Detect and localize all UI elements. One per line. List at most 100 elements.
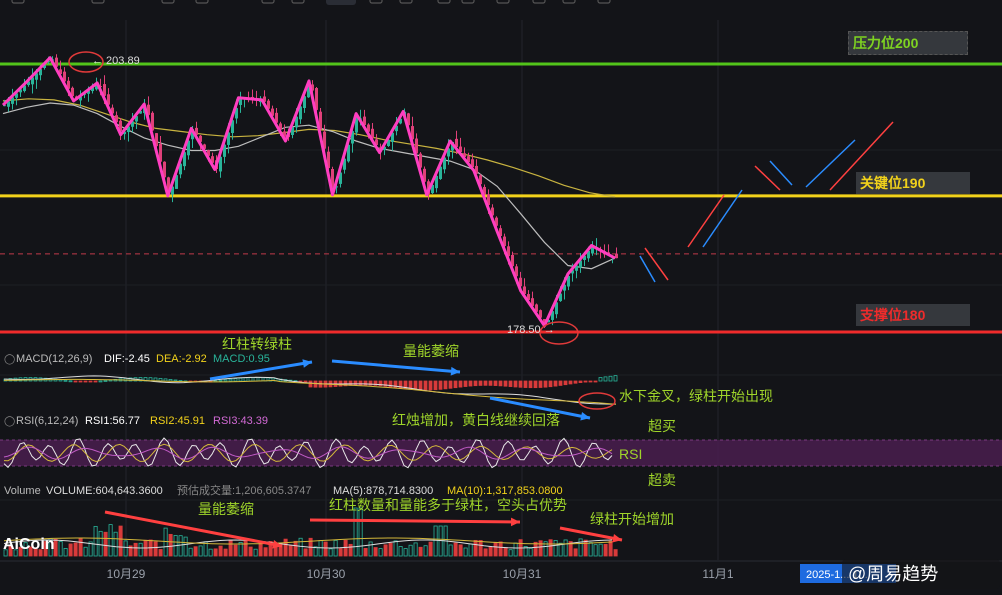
macd-histogram-bar: [303, 380, 308, 383]
arrow-volume-mid: [309, 518, 521, 524]
macd-histogram-bar: [228, 378, 233, 382]
annotation-oversold: 超卖: [648, 472, 676, 488]
macd-histogram-bar: [598, 377, 603, 382]
draw-icon[interactable]: [496, 0, 510, 4]
annotation-overbought: 超买: [648, 418, 676, 434]
projection-arrow: [754, 165, 781, 191]
volume-bar: [223, 548, 228, 557]
high-price-label: ← 203.89: [92, 55, 140, 67]
rsi2-value: RSI2:45.91: [150, 415, 205, 427]
macd-macd-value: MACD:0.95: [213, 353, 270, 365]
volume-bar: [228, 539, 233, 557]
fullscreen-icon[interactable]: [399, 0, 413, 4]
projection-arrow: [644, 247, 669, 281]
volume-bar: [598, 543, 603, 557]
macd-histogram-bar: [68, 380, 73, 383]
macd-histogram-bar: [428, 380, 433, 391]
arrow-macd-right: [331, 359, 461, 374]
rsi-eye-icon: ◯: [4, 416, 15, 427]
volume-bar: [153, 541, 158, 557]
layout-icon[interactable]: [261, 0, 275, 4]
draw-icon[interactable]: [161, 0, 175, 4]
macd-histogram-bar: [493, 380, 498, 386]
volume-bar: [63, 548, 68, 557]
volume-forecast: 预估成交量:1,206,605.3747: [177, 483, 312, 497]
volume-bar: [408, 544, 413, 557]
macd-histogram-bar: [353, 380, 358, 386]
macd-histogram-bar: [453, 380, 458, 389]
volume-bar: [303, 548, 308, 557]
compare-icon[interactable]: [291, 0, 305, 4]
macd-histogram-bar: [578, 380, 583, 383]
volume-bar: [118, 525, 123, 557]
volume-bar: [103, 531, 108, 557]
settings-icon[interactable]: [195, 0, 209, 4]
volume-bar: [388, 542, 393, 557]
ma-white-line: [2, 102, 616, 270]
key-level-label: 关键位190: [856, 172, 970, 194]
volume-bar: [393, 540, 398, 557]
macd-histogram-bar: [473, 380, 478, 387]
snapshot-icon[interactable]: [369, 0, 383, 4]
macd-dif-value: DIF:-2.45: [104, 353, 150, 365]
macd-histogram-bar: [238, 377, 243, 382]
arrow-volume-left: [104, 510, 283, 548]
macd-histogram-bar: [568, 380, 573, 385]
macd-histogram-bar: [463, 380, 468, 387]
indicator-icon[interactable]: [91, 0, 105, 4]
volume-bar: [563, 539, 568, 557]
volume-bar: [58, 541, 63, 557]
arrow-macd-right-head: [450, 366, 460, 376]
volume-bar: [433, 525, 438, 557]
volume-bar: [478, 540, 483, 557]
volume-bar: [248, 546, 253, 557]
macd-histogram-bar: [448, 380, 453, 389]
main-price-panel[interactable]: ← 203.89 178.50 →: [0, 51, 1002, 345]
support-level-label: 支撑位180: [856, 304, 970, 326]
volume-bar: [293, 540, 298, 557]
volume-bar: [323, 541, 328, 557]
volume-bar: [263, 547, 268, 557]
projection-arrow: [805, 139, 856, 188]
volume-bar: [68, 543, 73, 557]
macd-histogram-bar: [533, 380, 538, 389]
volume-bar: [113, 531, 118, 557]
volume-bar: [603, 543, 608, 557]
volume-bar: [423, 545, 428, 557]
volume-bar: [463, 547, 468, 557]
chart-stage[interactable]: ← 203.89 178.50 → ◯ MACD(12,26,9) DIF:-2.45…: [0, 0, 1002, 595]
volume-bar: [218, 545, 223, 557]
x-tick-label: 10月30: [307, 567, 346, 581]
macd-histogram-bar: [253, 377, 258, 382]
macd-histogram-bar: [413, 380, 418, 391]
macd-histogram-bar: [103, 380, 108, 382]
macd-histogram-bar: [73, 380, 78, 383]
macd-histogram-bar: [98, 380, 103, 383]
layout-icon[interactable]: [562, 0, 576, 4]
indicator-icon[interactable]: [461, 0, 475, 4]
chart-type-icon[interactable]: [437, 0, 451, 4]
price-chart[interactable]: ← 203.89178.50 → ◯ MACD(12,26,9) DIF:-2.45…: [0, 0, 1002, 595]
macd-eye-icon: ◯: [4, 354, 15, 365]
macd-histogram-bar: [573, 380, 578, 384]
chart-type-icon[interactable]: [11, 0, 25, 4]
settings-icon[interactable]: [532, 0, 546, 4]
macd-histogram-bar: [168, 379, 173, 382]
rsi-title: RSI(6,12,24): [16, 415, 78, 427]
volume-value: VOLUME:604,643.3600: [46, 485, 163, 497]
volume-bar: [208, 548, 213, 557]
top-toolbar[interactable]: [11, 0, 611, 5]
golden-cross-circle: [578, 392, 616, 410]
macd-histogram-bar: [478, 380, 483, 386]
macd-histogram-bar: [543, 380, 548, 388]
volume-bar: [413, 542, 418, 557]
macd-histogram-bar: [613, 375, 618, 382]
macd-histogram-bar: [488, 380, 493, 386]
arrow-volume-mid-head: [510, 517, 520, 527]
macd-histogram-bar: [523, 380, 528, 388]
low-price-label: 178.50 →: [507, 324, 555, 336]
volume-bar: [298, 537, 303, 557]
volume-bar: [573, 548, 578, 557]
compare-icon[interactable]: [597, 0, 611, 4]
volume-bar: [343, 539, 348, 557]
